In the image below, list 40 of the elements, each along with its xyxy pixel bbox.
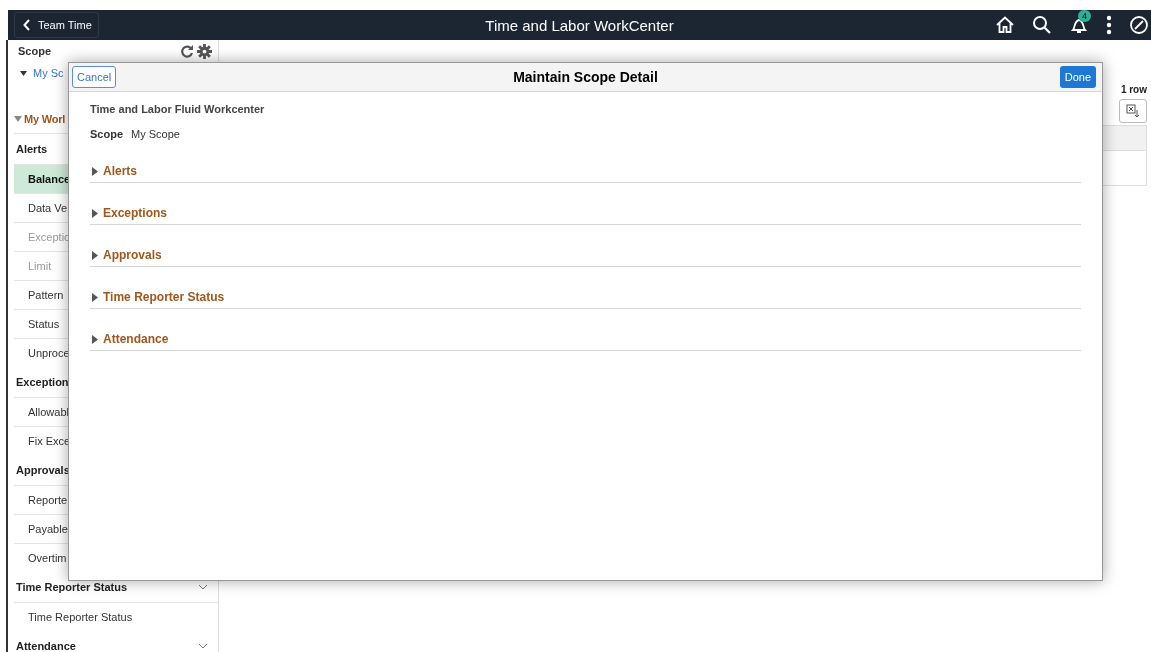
more-icon[interactable] xyxy=(1106,15,1112,35)
section-toggle[interactable]: Alerts xyxy=(90,164,137,182)
section-toggle[interactable]: Time Reporter Status xyxy=(90,290,225,308)
section-header[interactable]: My Worl xyxy=(24,113,66,125)
export-icon xyxy=(1126,104,1140,118)
nav-item[interactable]: Time Reporter Status xyxy=(14,602,218,631)
caret-icon xyxy=(92,166,98,176)
search-icon[interactable] xyxy=(1032,15,1052,35)
group-header[interactable]: Exception xyxy=(16,376,69,388)
caret-icon xyxy=(92,208,98,218)
group-header[interactable]: Approvals xyxy=(16,464,70,476)
chevron-down-icon xyxy=(198,584,208,590)
group-header[interactable]: Time Reporter Status xyxy=(16,581,128,593)
done-button[interactable]: Done xyxy=(1059,66,1096,88)
workcenter-name: Time and Labor Fluid Workcenter xyxy=(90,103,266,117)
caret-icon xyxy=(92,334,98,344)
back-button[interactable]: Team Time xyxy=(14,12,99,38)
settings-icon[interactable] xyxy=(197,43,212,59)
scope-label: Scope xyxy=(18,45,51,57)
group-header[interactable]: Alerts xyxy=(16,143,48,155)
page-title: Time and Labor WorkCenter xyxy=(485,17,674,34)
group-header[interactable]: Attendance xyxy=(16,640,76,652)
notification-badge: 4 xyxy=(1078,10,1091,22)
home-icon[interactable] xyxy=(995,15,1015,35)
scope-tree-item[interactable]: My Sc xyxy=(33,67,64,79)
scope-label: Scope xyxy=(90,128,123,140)
chevron-left-icon xyxy=(23,19,31,31)
section-toggle[interactable]: Approvals xyxy=(90,248,162,266)
section-toggle[interactable]: Attendance xyxy=(90,332,169,350)
scope-value: My Scope xyxy=(131,128,180,140)
cancel-button[interactable]: Cancel xyxy=(72,66,117,88)
modal-title: Maintain Scope Detail xyxy=(513,69,658,85)
refresh-icon[interactable] xyxy=(180,44,194,58)
caret-icon xyxy=(92,292,98,302)
chevron-down-icon xyxy=(198,643,208,649)
section-toggle[interactable]: Exceptions xyxy=(90,206,168,224)
export-button[interactable] xyxy=(1119,99,1147,123)
caret-down-icon[interactable] xyxy=(20,71,27,76)
row-count: 1 row xyxy=(1120,84,1147,95)
caret-icon xyxy=(92,250,98,260)
